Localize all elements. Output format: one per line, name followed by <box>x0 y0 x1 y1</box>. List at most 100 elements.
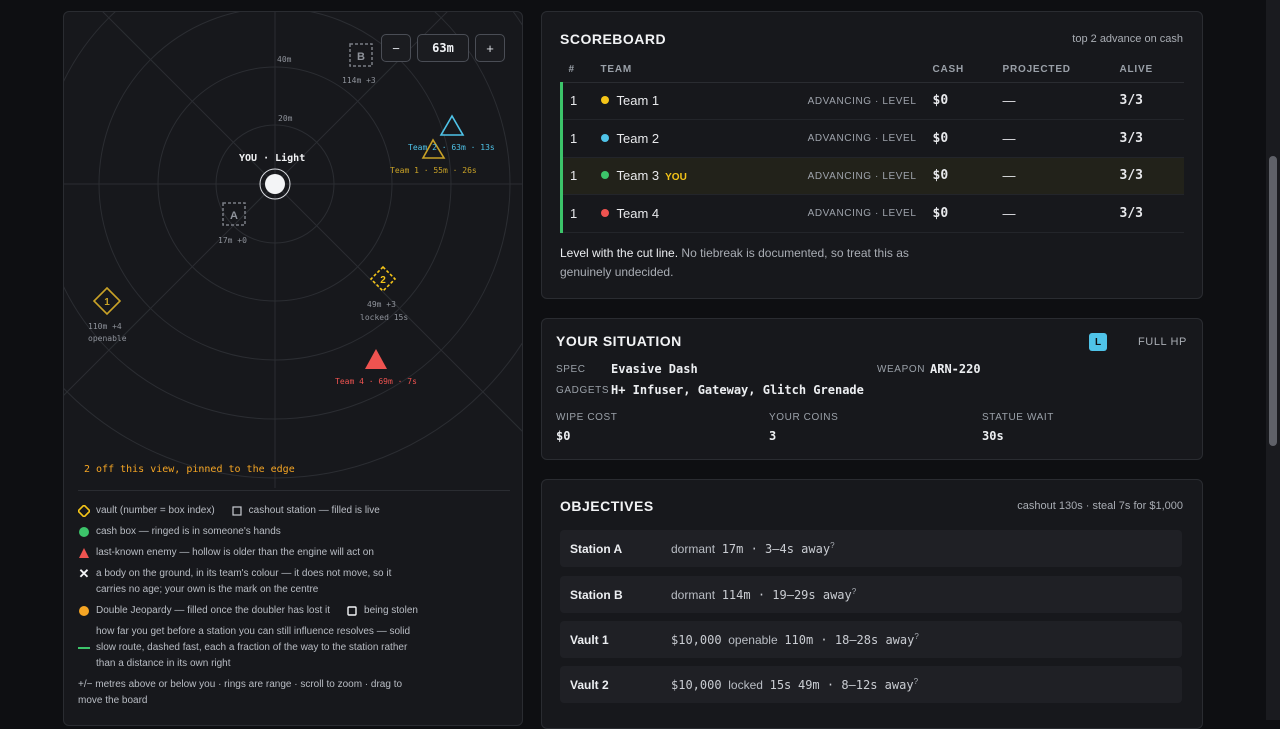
table-row[interactable]: 1 Team 4 ADVANCING · LEVEL $0 — 3/3 <box>560 194 1184 233</box>
team-name: Team 2 <box>616 130 660 146</box>
col-cash: CASH <box>932 57 1003 83</box>
spec-value: Evasive Dash <box>611 362 698 376</box>
team-color-dot <box>600 171 609 180</box>
team-name: Team 1 <box>616 93 660 109</box>
table-row[interactable]: 1 Team 1 ADVANCING · LEVEL $0 — 3/3 <box>560 82 1184 120</box>
zoom-controls: − 63m + <box>381 34 505 62</box>
col-alive: ALIVE <box>1119 57 1184 83</box>
help-icon[interactable]: ? <box>914 677 918 686</box>
you-label: YOU · Light <box>239 153 306 164</box>
objective-row[interactable]: Station A dormant 17m · 3–4s away? <box>560 530 1182 567</box>
you-dot <box>265 174 285 194</box>
legend-controls: +/− metres above or below you · rings ar… <box>78 679 403 706</box>
note-bold: Level with the cut line. <box>560 246 679 260</box>
help-icon[interactable]: ? <box>830 541 834 550</box>
vault-1-number: 1 <box>104 297 110 308</box>
objectives-subtitle: cashout 130s · steal 7s for $1,000 <box>1017 500 1183 512</box>
objective-value: $10,000 <box>671 633 722 647</box>
coins-value: 3 <box>769 429 777 443</box>
enemy-triangle-icon <box>78 545 90 561</box>
enemy-team2-label: Team 2 · 63m · 13s <box>408 143 495 152</box>
gadgets-value: H+ Infuser, Gateway, Glitch Grenade <box>611 383 864 397</box>
zoom-out-button[interactable]: − <box>381 34 411 62</box>
objective-row[interactable]: Station B dormant 114m · 19–29s away? <box>560 576 1182 613</box>
objective-detail: $10,000 openable 110m · 18–28s away? <box>671 632 919 647</box>
team-cell: Team 3 YOU ADVANCING · LEVEL <box>600 157 933 195</box>
team-status: ADVANCING · LEVEL <box>807 170 917 182</box>
objective-distance: 110m · 18–28s away <box>784 633 915 647</box>
scoreboard-note: Level with the cut line. No tiebreak is … <box>560 244 940 282</box>
team-status: ADVANCING · LEVEL <box>807 133 917 144</box>
rank-cell: 1 <box>560 82 601 120</box>
objective-detail: dormant 17m · 3–4s away? <box>671 541 835 556</box>
map-legend: vault (number = box index) cashout stati… <box>78 490 510 714</box>
vault-2-distance: 49m +3 <box>367 300 396 309</box>
team-color-dot <box>600 133 609 142</box>
objective-state: dormant <box>671 588 716 602</box>
map-canvas[interactable]: B A 2 1 <box>64 12 523 488</box>
objective-row[interactable]: Vault 1 $10,000 openable 110m · 18–28s a… <box>560 621 1182 658</box>
team-name: Team 4 <box>616 205 660 221</box>
statue-wait-value: 30s <box>982 429 1004 443</box>
zoom-in-button[interactable]: + <box>475 34 505 62</box>
class-badge: L <box>1089 333 1107 351</box>
legend-row: ✕ a body on the ground, in its team's co… <box>78 566 510 598</box>
objective-distance: 49m · 8–12s away <box>797 678 914 692</box>
wipe-cost-label: WIPE COST <box>556 412 618 423</box>
station-b-letter: B <box>357 51 365 63</box>
legend-double: Double Jeopardy — filled once the double… <box>96 605 331 616</box>
cash-cell: $0 <box>932 194 1003 233</box>
page-scrollbar[interactable] <box>1266 0 1280 720</box>
cash-cell: $0 <box>932 82 1003 120</box>
scoreboard-panel: SCOREBOARD top 2 advance on cash # TEAM … <box>541 11 1203 299</box>
body-cross-icon: ✕ <box>78 566 90 581</box>
team-status: ADVANCING · LEVEL <box>807 95 917 107</box>
team-cell: Team 2 ADVANCING · LEVEL <box>600 119 933 158</box>
objective-distance: 114m · 19–29s away <box>721 588 852 602</box>
table-row[interactable]: 1 Team 2 ADVANCING · LEVEL $0 — 3/3 <box>560 119 1184 158</box>
team-cell: Team 1 ADVANCING · LEVEL <box>600 82 933 120</box>
objectives-panel: OBJECTIVES cashout 130s · steal 7s for $… <box>541 479 1203 729</box>
cash-cell: $0 <box>932 119 1003 158</box>
objective-state: locked <box>728 678 763 692</box>
situation-title: YOUR SITUATION <box>556 333 682 349</box>
route-line-icon <box>78 624 90 672</box>
enemy-team1-label: Team 1 · 55m · 26s <box>390 166 477 175</box>
cash-cell: $0 <box>932 157 1003 195</box>
enemy-team4-marker[interactable] <box>365 349 387 369</box>
weapon-label: WEAPON <box>877 364 926 375</box>
enemy-team2-marker[interactable] <box>439 114 465 136</box>
vault-2-state: locked 15s <box>360 313 409 322</box>
legend-row: Double Jeopardy — filled once the double… <box>78 603 510 619</box>
objective-value: $10,000 <box>671 678 722 692</box>
objective-distance: 17m · 3–4s away <box>721 542 831 556</box>
col-team: TEAM <box>600 57 933 83</box>
rank-cell: 1 <box>560 119 601 158</box>
tactical-map[interactable]: B A 2 1 − 63m + 40m 20m YOU · Light 114m… <box>64 12 523 488</box>
help-icon[interactable]: ? <box>914 632 918 641</box>
cashout-square-icon <box>231 503 243 519</box>
vault-1-state: openable <box>88 334 127 343</box>
rank-cell: 1 <box>560 157 601 195</box>
station-a-letter: A <box>230 210 238 222</box>
pinned-note: 2 off this view, pinned to the edge <box>84 464 295 475</box>
scrollbar-thumb[interactable] <box>1269 156 1277 446</box>
alive-cell: 3/3 <box>1119 157 1184 195</box>
legend-enemy: last-known enemy — hollow is older than … <box>96 547 374 558</box>
objective-row[interactable]: Vault 2 $10,000 locked 15s 49m · 8–12s a… <box>560 666 1182 703</box>
vault-2-number: 2 <box>380 275 386 286</box>
projected-cell: — <box>1002 194 1120 233</box>
rank-cell: 1 <box>560 194 601 233</box>
col-rank: # <box>561 57 601 83</box>
legend-row: last-known enemy — hollow is older than … <box>78 545 510 561</box>
you-tag: YOU <box>665 172 687 184</box>
help-icon[interactable]: ? <box>852 587 856 596</box>
ring-label-40m: 40m <box>277 55 292 64</box>
scoreboard-subtitle: top 2 advance on cash <box>1072 33 1183 45</box>
stolen-square-icon <box>346 603 358 619</box>
zoom-level: 63m <box>417 34 469 62</box>
team-status: ADVANCING · LEVEL <box>807 208 917 219</box>
ring-label-20m: 20m <box>278 114 293 123</box>
legend-row: vault (number = box index) cashout stati… <box>78 503 510 519</box>
table-row-you[interactable]: 1 Team 3 YOU ADVANCING · LEVEL $0 — 3/3 <box>560 157 1184 195</box>
